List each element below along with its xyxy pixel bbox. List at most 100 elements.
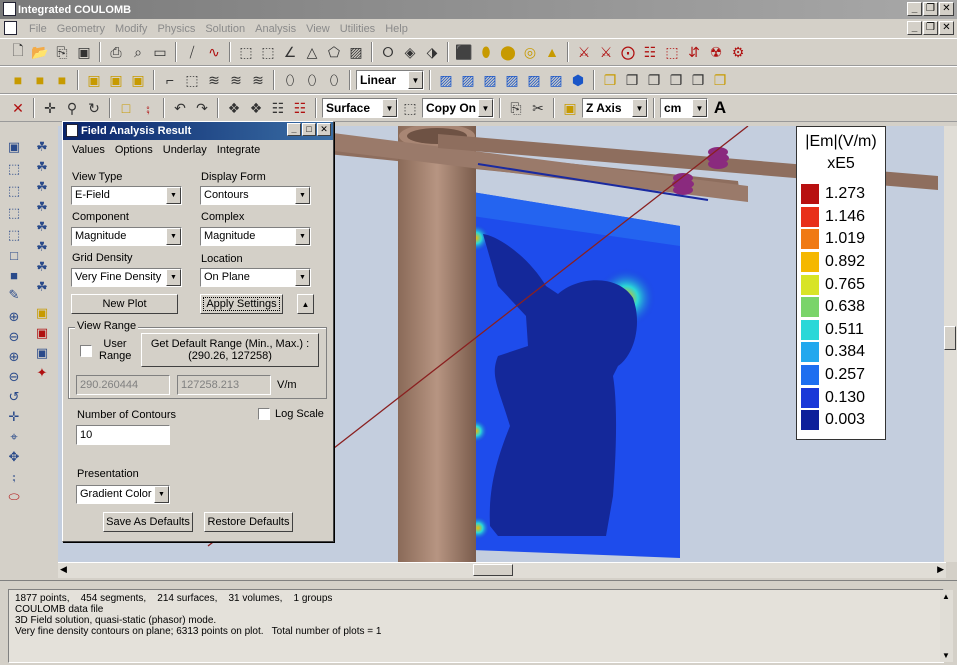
num-contours-input[interactable]: 10: [76, 425, 170, 445]
close-button[interactable]: ✕: [939, 2, 954, 16]
vertical-scrollbar[interactable]: [944, 126, 957, 562]
cone-icon[interactable]: ▲: [542, 42, 562, 62]
scroll-left-icon[interactable]: ◀: [60, 564, 67, 575]
curve-2-icon[interactable]: ⬚: [182, 70, 202, 90]
copy-select[interactable]: Copy On ▼: [422, 98, 494, 118]
boundary-icon[interactable]: ⚔: [574, 42, 594, 62]
axes-view-icon[interactable]: ⨟: [5, 468, 23, 486]
box-6-icon[interactable]: ❐: [710, 70, 730, 90]
material-2-icon[interactable]: ☘: [33, 158, 51, 176]
dialog-menu-values[interactable]: Values: [67, 144, 110, 156]
chevron-down-icon[interactable]: ▼: [295, 228, 310, 245]
chevron-down-icon[interactable]: ▼: [382, 99, 397, 117]
view-2-icon[interactable]: ⬯: [302, 70, 322, 90]
box-5-icon[interactable]: ❐: [688, 70, 708, 90]
move-icon[interactable]: ⬗: [422, 42, 442, 62]
point-select-icon[interactable]: ■: [5, 266, 23, 284]
display-form-select[interactable]: Contours ▼: [200, 186, 311, 205]
curve-1-icon[interactable]: ⌐: [160, 70, 180, 90]
view-right-icon[interactable]: ▨: [502, 70, 522, 90]
material-3-icon[interactable]: ☘: [33, 178, 51, 196]
interpolation-select[interactable]: Linear ▼: [356, 70, 424, 90]
grid-2-icon[interactable]: ☷: [290, 98, 310, 118]
new-plot-button[interactable]: New Plot: [71, 294, 178, 314]
status-scrollbar[interactable]: ▲ ▼: [940, 590, 953, 662]
chevron-down-icon[interactable]: ▼: [166, 187, 181, 204]
box-1-icon[interactable]: ❐: [600, 70, 620, 90]
cube-view-icon[interactable]: ▣: [33, 304, 51, 322]
cube-view-2-icon[interactable]: ▣: [33, 324, 51, 342]
dialog-menu-underlay[interactable]: Underlay: [158, 144, 212, 156]
restore-button[interactable]: ❐: [923, 2, 938, 16]
print-preview-icon[interactable]: ⌕: [128, 42, 148, 62]
results-icon[interactable]: ⚙: [728, 42, 748, 62]
line-tool-icon[interactable]: ⧸: [182, 42, 202, 62]
axis-select[interactable]: Z Axis ▼: [582, 98, 648, 118]
surface-2-icon[interactable]: ≋: [226, 70, 246, 90]
chevron-down-icon[interactable]: ▼: [632, 99, 647, 117]
triangle-tool-icon[interactable]: △: [302, 42, 322, 62]
zoom-region-icon[interactable]: ⬚: [5, 204, 23, 222]
chevron-down-icon[interactable]: ▼: [295, 269, 310, 286]
range-min-input[interactable]: 290.260444: [76, 375, 170, 395]
mesh-icon[interactable]: ☷: [640, 42, 660, 62]
menu-view[interactable]: View: [301, 23, 335, 35]
layer-1-icon[interactable]: ■: [8, 70, 28, 90]
torus-icon[interactable]: ◎: [520, 42, 540, 62]
source-icon[interactable]: ⨀: [618, 42, 638, 62]
get-default-range-button[interactable]: Get Default Range (Min., Max.) : (290.26…: [141, 333, 319, 367]
view-bottom-icon[interactable]: ▨: [546, 70, 566, 90]
surface-option-icon[interactable]: ⬚: [400, 98, 420, 118]
chevron-down-icon[interactable]: ▼: [408, 71, 423, 89]
view-1-icon[interactable]: ⬯: [280, 70, 300, 90]
menu-solution[interactable]: Solution: [200, 23, 250, 35]
collapse-button[interactable]: ▲: [297, 294, 314, 314]
region-icon[interactable]: ⬚: [662, 42, 682, 62]
delete-icon[interactable]: ✕: [8, 98, 28, 118]
print-icon[interactable]: ⎙: [106, 42, 126, 62]
select-icon[interactable]: ▣: [5, 138, 23, 156]
box-2-icon[interactable]: ❐: [622, 70, 642, 90]
material-1-icon[interactable]: ☘: [33, 138, 51, 156]
menu-analysis[interactable]: Analysis: [250, 23, 301, 35]
doc-minimize-button[interactable]: _: [907, 21, 922, 35]
view-iso-icon[interactable]: ⬢: [568, 70, 588, 90]
orbit-icon[interactable]: ⌖: [5, 428, 23, 446]
presentation-select[interactable]: Gradient Color ▼: [76, 485, 170, 504]
chevron-down-icon[interactable]: ▼: [154, 486, 169, 503]
group-3-icon[interactable]: ▣: [128, 70, 148, 90]
grid-density-select[interactable]: Very Fine Density ▼: [71, 268, 182, 287]
material-5-icon[interactable]: ☘: [33, 218, 51, 236]
dialog-title-bar[interactable]: Field Analysis Result _ □ ✕: [63, 122, 333, 140]
arc-tool-icon[interactable]: ∿: [204, 42, 224, 62]
paint-icon[interactable]: ▣: [560, 98, 580, 118]
doc-restore-button[interactable]: ❐: [923, 21, 938, 35]
restore-defaults-button[interactable]: Restore Defaults: [204, 512, 293, 532]
component-select[interactable]: Magnitude ▼: [71, 227, 182, 246]
minimize-button[interactable]: _: [907, 2, 922, 16]
box-select-icon[interactable]: □: [5, 246, 23, 264]
location-select[interactable]: On Plane ▼: [200, 268, 311, 287]
zoom-fit-icon[interactable]: ⬚: [5, 160, 23, 178]
view-back-icon[interactable]: ▨: [458, 70, 478, 90]
text-tool-button[interactable]: A: [710, 98, 730, 118]
cube-icon[interactable]: ⬛: [454, 42, 474, 62]
angle-tool-icon[interactable]: ∠: [280, 42, 300, 62]
layer-3-icon[interactable]: ■: [52, 70, 72, 90]
material-4-icon[interactable]: ☘: [33, 198, 51, 216]
chevron-down-icon[interactable]: ▼: [166, 269, 181, 286]
shape-tool-icon[interactable]: ▨: [346, 42, 366, 62]
view-type-select[interactable]: E-Field ▼: [71, 186, 182, 205]
surface-1-icon[interactable]: ≋: [204, 70, 224, 90]
zoom-out-icon[interactable]: ⊖: [5, 328, 23, 346]
surface-select[interactable]: Surface ▼: [322, 98, 398, 118]
zoom-minus-icon[interactable]: ⊖: [5, 368, 23, 386]
rotate-icon[interactable]: ⭘: [378, 42, 398, 62]
view-front-icon[interactable]: ▨: [436, 70, 456, 90]
undo-icon[interactable]: ↶: [170, 98, 190, 118]
dialog-close-button[interactable]: ✕: [317, 123, 331, 136]
zoom-in-icon[interactable]: ⊕: [5, 308, 23, 326]
material-8-icon[interactable]: ☘: [33, 278, 51, 296]
horizontal-scrollbar[interactable]: ◀ ▶: [58, 562, 946, 578]
copy-icon[interactable]: ⎘: [52, 42, 72, 62]
